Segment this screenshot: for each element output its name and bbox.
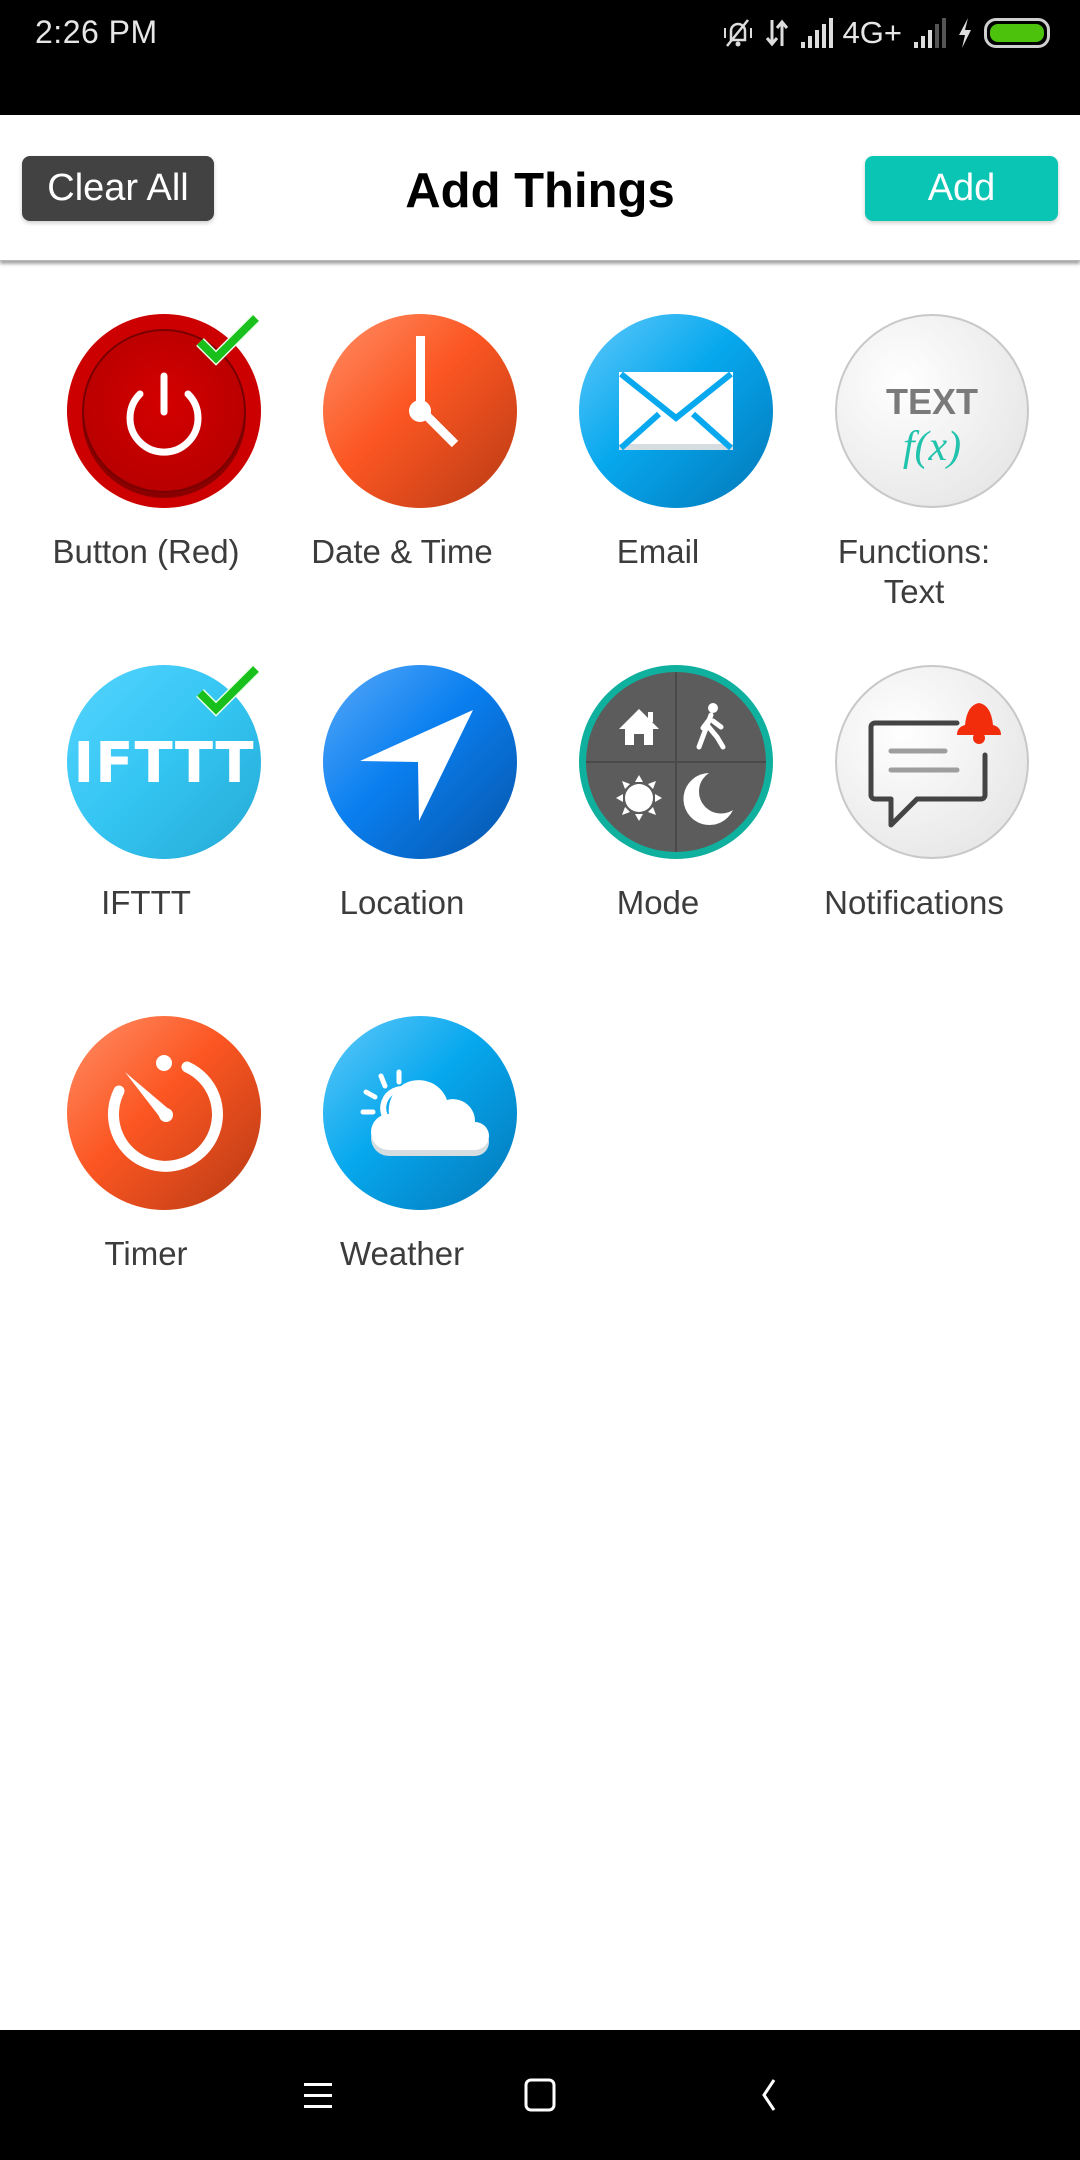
back-icon [762,2079,776,2111]
icon-formula: f(x) [903,424,961,470]
vibrate-off-icon [723,19,752,47]
icon-text: IFTTT [73,731,254,796]
data-transfer-icon [765,19,788,47]
signal-weak-icon [914,18,946,48]
thing-label: Timer [104,1235,188,1272]
charging-icon [959,18,971,48]
thing-label: Notifications [824,884,1004,921]
app-header: Clear All Add Things Add [0,115,1080,261]
text-function-icon: TEXT f(x) [835,314,1029,508]
back-button[interactable] [728,2060,808,2130]
signal-icon [800,18,833,48]
thing-label: Functions: Text [837,533,991,610]
timer-icon [67,1016,261,1210]
thing-label: Date & Time [311,533,493,570]
add-button[interactable]: Add [865,156,1058,221]
selected-check-icon [196,314,260,366]
navigation-arrow-icon [323,665,517,859]
mode-icon [579,665,773,859]
weather-icon [323,1016,517,1210]
home-button[interactable] [500,2060,580,2130]
thing-label: Button (Red) [52,533,240,570]
notification-bell-icon [835,665,1029,859]
status-icons: 4G+ [721,15,1050,50]
icon-text: TEXT [886,381,978,422]
thing-label: Mode [616,884,700,921]
network-type: 4G+ [842,15,902,50]
navigation-bar [0,2030,1080,2160]
status-time: 2:26 PM [35,14,158,50]
envelope-icon [579,314,773,508]
selected-check-icon [196,665,260,717]
thing-label: Email [616,533,700,570]
thing-label: Weather [339,1235,465,1272]
menu-button[interactable] [278,2060,358,2130]
thing-label: IFTTT [101,884,191,921]
thing-label: Location [339,884,465,921]
clock-icon [323,314,517,508]
home-icon [524,2078,556,2112]
menu-icon [304,2083,332,2108]
status-bar: 2:26 PM 4G+ [0,0,1080,115]
battery-icon [984,18,1050,48]
